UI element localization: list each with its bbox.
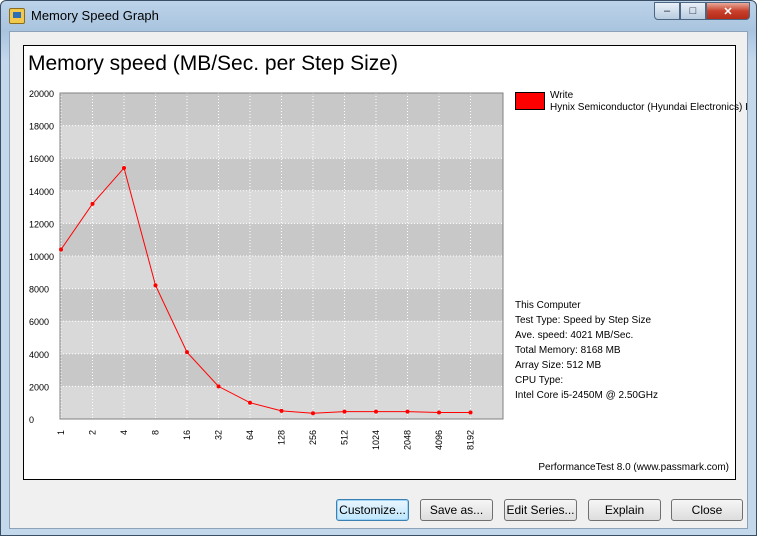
- close-window-button[interactable]: ✕: [706, 2, 750, 20]
- y-tick-label: 16000: [29, 154, 54, 164]
- y-tick-label: 0: [29, 415, 34, 425]
- data-point-write: [468, 410, 473, 415]
- data-point-write: [437, 410, 441, 415]
- close-button[interactable]: Close: [671, 499, 743, 521]
- y-tick-label: 8000: [29, 285, 49, 295]
- edit-series-button[interactable]: Edit Series...: [504, 499, 577, 521]
- info-total-memory: Total Memory: 8168 MB: [515, 345, 621, 356]
- app-icon: [9, 8, 25, 24]
- data-point-write: [248, 400, 252, 405]
- minimize-button[interactable]: –: [654, 2, 680, 20]
- x-tick-label: 1024: [371, 430, 381, 450]
- x-tick-label: 4096: [434, 430, 444, 450]
- dialog-client-area: Memory speed (MB/Sec. per Step Size) 200…: [9, 31, 748, 529]
- x-tick-label: 16: [182, 430, 192, 440]
- y-tick-label: 12000: [29, 219, 54, 229]
- data-point-write: [185, 350, 189, 355]
- x-tick-label: 2048: [403, 430, 413, 450]
- x-tick-label: 8: [151, 430, 161, 435]
- caption-buttons: – □ ✕: [654, 2, 750, 22]
- data-point-write: [279, 408, 284, 413]
- customize-button[interactable]: Customize...: [336, 499, 409, 521]
- title-bar[interactable]: Memory Speed Graph – □ ✕: [1, 1, 756, 31]
- info-computer: This Computer: [515, 300, 581, 311]
- y-tick-label: 6000: [29, 317, 49, 327]
- button-bar: Customize... Save as... Edit Series... E…: [10, 499, 747, 521]
- info-cpu-type-value: Intel Core i5-2450M @ 2.50GHz: [515, 390, 658, 401]
- x-tick-label: 512: [340, 430, 350, 445]
- test-info: This Computer Test Type: Speed by Step S…: [515, 298, 658, 403]
- x-tick-label: 32: [214, 430, 224, 440]
- info-ave-speed: Ave. speed: 4021 MB/Sec.: [515, 330, 634, 341]
- y-tick-label: 20000: [29, 89, 54, 99]
- y-tick-label: 10000: [29, 252, 54, 262]
- x-tick-label: 128: [277, 430, 287, 445]
- y-tick-label: 14000: [29, 187, 54, 197]
- x-tick-label: 64: [245, 430, 255, 440]
- data-point-write: [405, 409, 410, 414]
- x-tick-label: 4: [119, 430, 129, 435]
- y-tick-label: 4000: [29, 350, 49, 360]
- plot-band: [60, 256, 503, 289]
- chart-panel: Memory speed (MB/Sec. per Step Size) 200…: [23, 45, 748, 480]
- save-as-button[interactable]: Save as...: [420, 499, 493, 521]
- data-point-write: [90, 201, 95, 206]
- y-tick-label: 2000: [29, 382, 49, 392]
- legend-series-label: Write: [550, 90, 574, 101]
- memory-speed-graph-window: Memory Speed Graph – □ ✕ Memory speed (M…: [0, 0, 757, 536]
- legend-device-label: Hynix Semiconductor (Hyundai Electronics…: [550, 102, 748, 113]
- info-cpu-type-label: CPU Type:: [515, 375, 564, 386]
- data-point-write: [122, 165, 126, 170]
- x-tick-label: 2: [88, 430, 98, 435]
- explain-button[interactable]: Explain: [588, 499, 661, 521]
- data-point-write: [59, 247, 63, 252]
- y-tick-label: 18000: [29, 122, 54, 132]
- data-point-write: [374, 409, 378, 414]
- info-array-size: Array Size: 512 MB: [515, 360, 602, 371]
- info-test-type: Test Type: Speed by Step Size: [515, 315, 652, 326]
- x-tick-label: 1: [56, 430, 66, 435]
- data-point-write: [153, 283, 158, 288]
- x-tick-label: 8192: [466, 430, 476, 450]
- footer-credit: PerformanceTest 8.0 (www.passmark.com): [538, 462, 729, 473]
- window-title: Memory Speed Graph: [31, 8, 159, 23]
- plot-band: [60, 288, 503, 322]
- data-point-write: [216, 384, 221, 389]
- maximize-button[interactable]: □: [680, 2, 706, 20]
- data-point-write: [311, 411, 315, 416]
- legend-swatch-write: [515, 92, 545, 110]
- x-tick-label: 256: [308, 430, 318, 445]
- data-point-write: [342, 409, 347, 414]
